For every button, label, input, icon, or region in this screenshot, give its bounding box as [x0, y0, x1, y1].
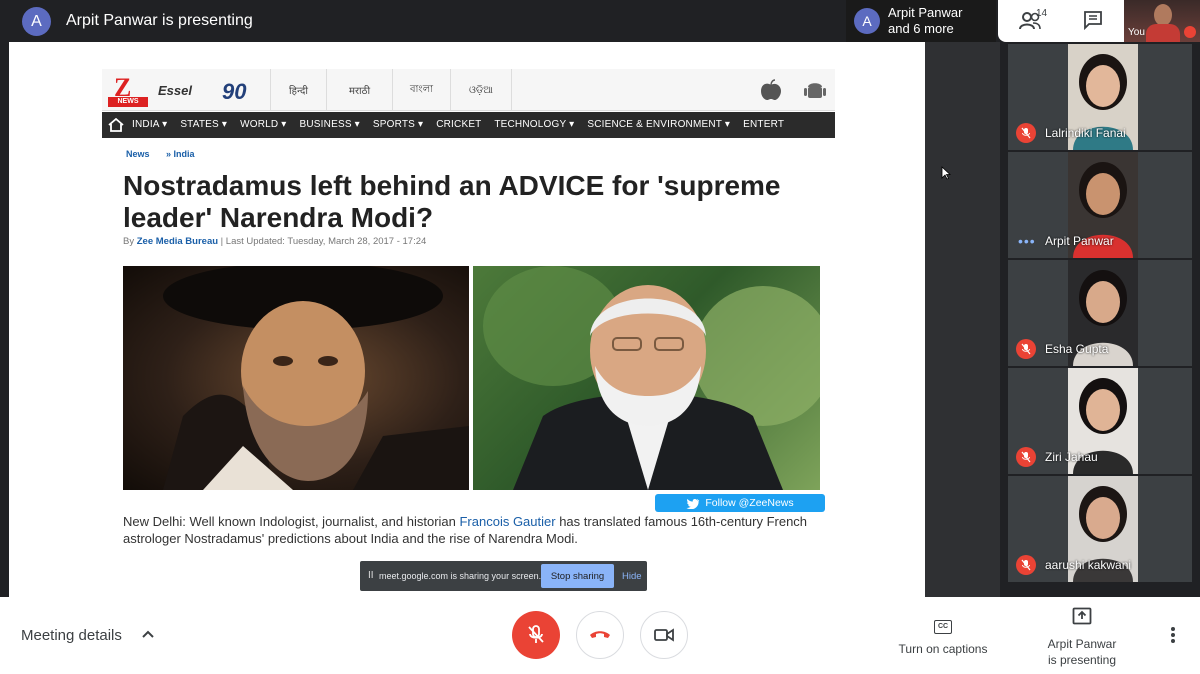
- nav-business[interactable]: BUSINESS ▾: [300, 119, 360, 130]
- participants-chip-name: Arpit Panwar: [888, 5, 963, 20]
- video-camera-icon: [654, 628, 674, 642]
- shared-screen: Z NEWS Essel 90 हिन्दी मराठी বাংলা ଓଡ଼ିଆ…: [9, 42, 925, 597]
- present-line2: is presenting: [1047, 653, 1117, 667]
- android-icon[interactable]: [802, 79, 828, 101]
- bottom-bar: Meeting details CC Turn on captions Arpi…: [0, 597, 1200, 674]
- mic-off-icon: [528, 625, 544, 643]
- article-byline: By Zee Media Bureau | Last Updated: Tues…: [123, 236, 426, 247]
- nav-technology[interactable]: TECHNOLOGY ▾: [494, 119, 574, 130]
- article-headline: Nostradamus left behind an ADVICE for 's…: [123, 170, 781, 233]
- article-body: New Delhi: Well known Indologist, journa…: [123, 514, 833, 547]
- self-label: You: [1128, 27, 1145, 38]
- participant-name: Arpit Panwar: [1045, 234, 1114, 248]
- nav-items: INDIA ▾ STATES ▾ WORLD ▾ BUSINESS ▾ SPOR…: [132, 119, 794, 130]
- participant-name: Ziri Jahau: [1045, 450, 1098, 464]
- byline-date: | Last Updated: Tuesday, March 28, 2017 …: [218, 236, 427, 247]
- people-count: 14: [1036, 8, 1048, 19]
- stop-sharing-button[interactable]: Stop sharing: [541, 564, 614, 588]
- follow-zeenews-button[interactable]: Follow @ZeeNews: [655, 494, 825, 512]
- nav-entertainment[interactable]: ENTERT: [743, 119, 784, 130]
- breadcrumb-news[interactable]: News: [126, 149, 150, 159]
- participant-tile[interactable]: Esha Gupta: [1008, 260, 1192, 366]
- presenting-status-button[interactable]: Arpit Panwar is presenting: [1040, 607, 1124, 668]
- byline-prefix: By: [123, 236, 137, 247]
- ninety-logo: 90: [222, 79, 247, 104]
- nav-world[interactable]: WORLD ▾: [240, 119, 286, 130]
- drag-handle-icon[interactable]: II: [368, 570, 374, 581]
- presenting-title: Arpit Panwar is presenting: [66, 12, 253, 29]
- byline-author[interactable]: Zee Media Bureau: [137, 236, 218, 247]
- self-body: [1146, 24, 1180, 42]
- twitter-bird-icon: [686, 498, 700, 509]
- lang-hindi[interactable]: हिन्दी: [270, 69, 326, 111]
- article-link[interactable]: Francois Gautier: [459, 514, 555, 529]
- nostradamus-illustration: [163, 266, 469, 490]
- self-mic-off-icon: [1184, 26, 1196, 38]
- nav-science[interactable]: SCIENCE & ENVIRONMENT ▾: [587, 119, 730, 130]
- lang-bangla[interactable]: বাংলা: [392, 69, 450, 111]
- captions-icon: CC: [934, 620, 952, 634]
- follow-label: Follow @ZeeNews: [705, 497, 794, 509]
- participant-name: aarushi kakwani: [1045, 558, 1132, 572]
- mic-off-icon: [1016, 555, 1036, 575]
- participant-tile[interactable]: Ziri Jahau: [1008, 368, 1192, 474]
- nav-sports[interactable]: SPORTS ▾: [373, 119, 423, 130]
- breadcrumb: News » India: [126, 149, 209, 159]
- mic-off-icon: [1016, 123, 1036, 143]
- self-face: [1154, 4, 1172, 26]
- home-icon[interactable]: [108, 118, 124, 132]
- top-bar: A Arpit Panwar is presenting A Arpit Pan…: [0, 0, 1200, 42]
- lang-marathi[interactable]: मराठी: [326, 69, 392, 111]
- screen-share-bar: II meet.google.com is sharing your scree…: [360, 561, 647, 591]
- present-line1: Arpit Panwar: [1047, 637, 1117, 651]
- participant-name: Lalrindiki Fanai: [1045, 126, 1126, 140]
- photo-modi: [473, 266, 820, 490]
- speaking-indicator-icon: •••: [1018, 233, 1036, 249]
- present-screen-icon: [1072, 607, 1092, 625]
- chat-icon[interactable]: [1082, 9, 1104, 31]
- article-text-1: New Delhi: Well known Indologist, journa…: [123, 514, 460, 529]
- apple-icon[interactable]: [756, 79, 786, 101]
- hide-button[interactable]: Hide: [622, 571, 642, 582]
- participants-chip-avatar: A: [854, 8, 880, 34]
- breadcrumb-india[interactable]: » India: [166, 149, 195, 159]
- zee-logo-news: NEWS: [108, 97, 148, 107]
- chevron-up-icon[interactable]: [141, 627, 155, 641]
- modi-illustration: [483, 266, 820, 490]
- zee-header: Z NEWS Essel 90 हिन्दी मराठी বাংলা ଓଡ଼ିଆ: [102, 69, 835, 111]
- participants-chip[interactable]: A Arpit Panwar and 6 more: [846, 0, 996, 42]
- end-call-button[interactable]: [576, 611, 624, 659]
- mic-off-icon: [1016, 339, 1036, 359]
- photo-nostradamus: [123, 266, 469, 490]
- camera-toggle-button[interactable]: [640, 611, 688, 659]
- participant-tile[interactable]: ••• Arpit Panwar: [1008, 152, 1192, 258]
- mic-toggle-button[interactable]: [512, 611, 560, 659]
- essel-logo: Essel: [158, 83, 192, 98]
- captions-label: Turn on captions: [898, 642, 988, 656]
- nav-india[interactable]: INDIA ▾: [132, 119, 167, 130]
- meeting-details-button[interactable]: Meeting details: [21, 627, 122, 644]
- participant-name: Esha Gupta: [1045, 342, 1109, 356]
- mouse-cursor-icon: [941, 166, 951, 180]
- participant-tile[interactable]: aarushi kakwani: [1008, 476, 1192, 582]
- nav-states[interactable]: STATES ▾: [180, 119, 227, 130]
- screen-gutter: [925, 42, 1000, 597]
- zee-nav-bar: INDIA ▾ STATES ▾ WORLD ▾ BUSINESS ▾ SPOR…: [102, 112, 835, 138]
- presenter-avatar: A: [22, 7, 51, 36]
- share-message: meet.google.com is sharing your screen.: [379, 571, 542, 581]
- participant-tile[interactable]: Lalrindiki Fanai: [1008, 44, 1192, 150]
- top-actions: [998, 0, 1124, 42]
- present-label: Arpit Panwar is presenting: [1040, 636, 1124, 668]
- participants-chip-more: and 6 more: [888, 21, 954, 36]
- mic-off-icon: [1016, 447, 1036, 467]
- hang-up-icon: [590, 631, 610, 638]
- zee-news-logo[interactable]: Z NEWS: [106, 73, 148, 107]
- nav-cricket[interactable]: CRICKET: [436, 119, 481, 130]
- more-options-icon[interactable]: [1164, 625, 1182, 645]
- lang-odia[interactable]: ଓଡ଼ିଆ: [450, 69, 512, 111]
- captions-button[interactable]: CC Turn on captions: [896, 615, 990, 656]
